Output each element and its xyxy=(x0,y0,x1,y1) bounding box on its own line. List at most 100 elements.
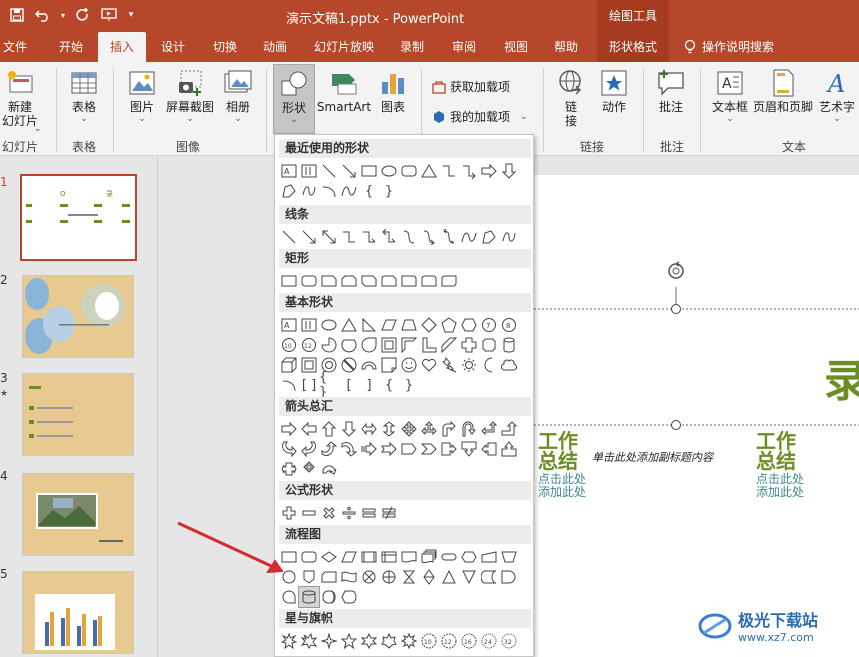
half-frame-shape-icon[interactable] xyxy=(399,335,419,355)
screenshot-button[interactable]: 屏幕截图 ⌄ xyxy=(164,68,216,124)
flowchart-extract-shape-icon[interactable] xyxy=(439,567,459,587)
octagon-shape-icon[interactable]: 8 xyxy=(499,315,519,335)
tab-help[interactable]: 帮助 xyxy=(546,32,586,62)
star-24-point-shape-icon[interactable]: 24 xyxy=(479,631,499,651)
curved-double-arrow-shape-icon[interactable] xyxy=(439,227,459,247)
slide-thumbnail-2[interactable] xyxy=(22,275,134,358)
down-arrow-shape-icon[interactable] xyxy=(339,419,359,439)
teardrop-shape-icon[interactable] xyxy=(359,335,379,355)
star-8-point-shape-icon[interactable] xyxy=(399,631,419,651)
textbox-shape-icon[interactable]: A xyxy=(279,315,299,335)
can-shape-icon[interactable] xyxy=(499,335,519,355)
double-bracket-shape-icon[interactable]: [ ] xyxy=(299,375,319,395)
star-7-point-shape-icon[interactable] xyxy=(379,631,399,651)
curved-arrow-connector-shape-icon[interactable] xyxy=(419,227,439,247)
right-arrow-callout-shape-icon[interactable] xyxy=(439,439,459,459)
link-button[interactable]: 链 接 xyxy=(554,68,588,128)
flowchart-decision-shape-icon[interactable] xyxy=(319,547,339,567)
shapes-button[interactable]: 形状 ⌄ xyxy=(273,64,315,134)
triangle-shape-icon[interactable] xyxy=(419,161,439,181)
left-arrow-callout-shape-icon[interactable] xyxy=(479,439,499,459)
down-arrow-callout-shape-icon[interactable] xyxy=(459,439,479,459)
round-single-corner-rectangle-shape-icon[interactable] xyxy=(399,271,419,291)
tab-view[interactable]: 视图 xyxy=(496,32,536,62)
flowchart-manual-operation-shape-icon[interactable] xyxy=(499,547,519,567)
notched-right-arrow-shape-icon[interactable] xyxy=(379,439,399,459)
curved-up-arrow-shape-icon[interactable] xyxy=(319,439,339,459)
line-shape-icon[interactable] xyxy=(319,161,339,181)
curved-left-arrow-shape-icon[interactable] xyxy=(299,439,319,459)
rectangle-shape-icon[interactable] xyxy=(359,161,379,181)
flowchart-or-shape-icon[interactable] xyxy=(379,567,399,587)
right-arrow-shape-icon[interactable] xyxy=(479,161,499,181)
flowchart-collate-shape-icon[interactable] xyxy=(399,567,419,587)
left-brace-shape-icon[interactable]: { xyxy=(379,375,399,395)
quad-arrow-callout-shape-icon[interactable] xyxy=(299,459,319,479)
undo-icon[interactable] xyxy=(32,4,54,26)
left-right-up-arrow-shape-icon[interactable] xyxy=(419,419,439,439)
moon-shape-icon[interactable] xyxy=(479,355,499,375)
block-arc-shape-icon[interactable] xyxy=(359,355,379,375)
slide-title-right[interactable]: 工作 总结 xyxy=(756,431,796,471)
oval-shape-icon[interactable] xyxy=(319,315,339,335)
round-same-side-rectangle-shape-icon[interactable] xyxy=(419,271,439,291)
undo-dropdown-icon[interactable]: ▾ xyxy=(58,4,68,26)
smiley-face-shape-icon[interactable] xyxy=(399,355,419,375)
flowchart-stored-data-shape-icon[interactable] xyxy=(479,567,499,587)
my-addins-button[interactable]: 我的加载项 ⌄ xyxy=(432,108,528,125)
new-slide-button[interactable]: 新建 幻灯片 ⌄ xyxy=(0,68,42,134)
bevel-shape-icon[interactable] xyxy=(299,355,319,375)
double-brace-shape-icon[interactable]: { } xyxy=(319,370,339,400)
frame-shape-icon[interactable] xyxy=(379,335,399,355)
rounded-rectangle-shape-icon[interactable] xyxy=(299,271,319,291)
double-arrow-line-shape-icon[interactable] xyxy=(319,227,339,247)
slide-thumbnail-4[interactable] xyxy=(22,473,134,556)
not-equal-shape-icon[interactable] xyxy=(379,503,399,523)
tell-me-search[interactable]: 操作说明搜索 xyxy=(684,32,774,62)
tab-file[interactable]: 文件 xyxy=(0,32,30,62)
curved-connector-shape-icon[interactable] xyxy=(399,227,419,247)
slide-thumbnail-3[interactable] xyxy=(22,373,134,456)
left-brace-shape-icon[interactable]: { xyxy=(359,181,379,201)
flowchart-data-shape-icon[interactable] xyxy=(339,547,359,567)
header-footer-button[interactable]: 页眉和页脚 xyxy=(752,68,814,114)
elbow-arrow-connector-shape-icon[interactable] xyxy=(359,227,379,247)
left-up-arrow-shape-icon[interactable] xyxy=(479,419,499,439)
diagonal-stripe-shape-icon[interactable] xyxy=(439,335,459,355)
tab-transitions[interactable]: 切换 xyxy=(202,32,248,62)
decagon-shape-icon[interactable]: 10 xyxy=(279,335,299,355)
elbow-connector-shape-icon[interactable] xyxy=(339,227,359,247)
tab-home[interactable]: 开始 xyxy=(48,32,94,62)
save-icon[interactable] xyxy=(6,4,28,26)
slide-thumbnail-1[interactable]: O录 xyxy=(20,174,137,261)
diamond-shape-icon[interactable] xyxy=(419,315,439,335)
dodecagon-shape-icon[interactable]: 12 xyxy=(299,335,319,355)
sun-shape-icon[interactable] xyxy=(459,355,479,375)
left-right-arrow-callout-shape-icon[interactable] xyxy=(279,459,299,479)
minus-shape-icon[interactable] xyxy=(299,503,319,523)
snip-round-rectangle-shape-icon[interactable] xyxy=(379,271,399,291)
star-16-point-shape-icon[interactable]: 16 xyxy=(459,631,479,651)
scribble-shape-icon[interactable] xyxy=(299,181,319,201)
textbox-button[interactable]: A 文本框 ⌄ xyxy=(708,68,752,124)
flowchart-sequential-access-storage-shape-icon[interactable] xyxy=(279,587,299,607)
down-arrow-shape-icon[interactable] xyxy=(499,161,519,181)
flowchart-delay-shape-icon[interactable] xyxy=(499,567,519,587)
pie-shape-icon[interactable] xyxy=(319,335,339,355)
chevron-shape-icon[interactable] xyxy=(419,439,439,459)
quad-arrow-shape-icon[interactable] xyxy=(399,419,419,439)
flowchart-document-shape-icon[interactable] xyxy=(399,547,419,567)
smartart-button[interactable]: SmartArt xyxy=(317,68,371,114)
flowchart-display-shape-icon[interactable] xyxy=(339,587,359,607)
slide-title-left[interactable]: 工作 总结 xyxy=(538,431,578,471)
rotate-handle-icon[interactable] xyxy=(666,261,686,281)
table-button[interactable]: 表格 ⌄ xyxy=(64,68,104,124)
equal-shape-icon[interactable] xyxy=(359,503,379,523)
plaque-shape-icon[interactable] xyxy=(479,335,499,355)
bent-arrow-shape-icon[interactable] xyxy=(439,419,459,439)
flowchart-direct-access-storage-shape-icon[interactable] xyxy=(319,587,339,607)
resize-handle-bottom[interactable] xyxy=(671,420,681,430)
snip-corner-rectangle-shape-icon[interactable] xyxy=(319,271,339,291)
u-turn-arrow-shape-icon[interactable] xyxy=(459,419,479,439)
slide-sub-left[interactable]: 点击此处 添加此处 xyxy=(538,473,586,499)
